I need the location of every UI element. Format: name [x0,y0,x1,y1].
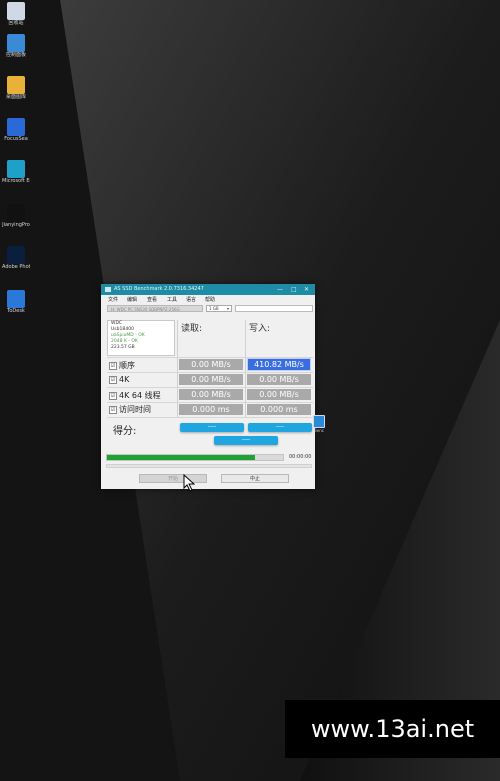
elapsed-time: 00:00:00 [289,454,312,460]
recycle-bin-icon [7,2,25,20]
extra-select[interactable] [235,305,313,312]
photoshop-icon [7,246,25,264]
read-score: ---- [180,423,244,432]
desktop-icon[interactable]: Microsoft Edge [2,160,30,184]
folder-icon [7,76,25,94]
menu-help[interactable]: 帮助 [205,296,215,303]
row-divider [107,402,313,403]
title-bar[interactable]: AS SSD Benchmark 2.0.7316.34247 — □ ✕ [101,284,315,295]
seq-read-value: 0.00 MB/s [179,359,243,370]
desktop-icon[interactable]: 桌面图库 [2,76,30,100]
row-label: 4K 64 线程 [119,391,161,400]
row-label: 访问时间 [119,405,151,414]
desktop-file[interactable]: Benc [312,415,326,436]
read-column-header: 读取: [181,324,203,334]
todesk-icon [7,290,25,308]
checkbox[interactable]: ☑ [109,405,117,414]
4k-write-value: 0.00 MB/s [247,374,311,385]
size-select-value: 1 GB [209,306,219,311]
row-access-time[interactable]: ☑ 访问时间 [109,404,151,415]
checkbox[interactable]: ☑ [109,391,117,400]
total-score: ---- [214,436,278,445]
row-divider [107,387,313,388]
mouse-cursor-icon [183,474,195,492]
drive-capacity: 223.57 GB [111,345,135,350]
desktop-icon[interactable]: Adobe Photosh [2,246,30,270]
control-panel-icon [7,34,25,52]
menu-bar: 文件 编辑 查看 工具 语言 帮助 [101,295,315,303]
desktop-icon-label: 回收站 [8,20,24,26]
chevron-down-icon: ▾ [226,306,229,311]
edge-icon [7,160,25,178]
score-label: 得分: [113,426,137,437]
desktop-icon-label: Microsoft Edge [2,178,30,184]
menu-file[interactable]: 文件 [108,296,118,303]
4k64-write-value: 0.00 MB/s [247,389,311,400]
desktop-icon[interactable]: ToDesk [2,290,30,314]
desktop-icon[interactable]: 控制面板 [2,34,30,58]
row-seq[interactable]: ☑ 顺序 [109,360,135,371]
column-divider [177,320,178,418]
menu-edit[interactable]: 编辑 [127,296,137,303]
write-score: ---- [248,423,312,432]
toolbar: H: WDC PC SN530 SDBPNPZ-256G 1 GB ▾ [101,303,315,314]
row-divider [107,372,313,373]
status-bar [106,464,312,468]
file-icon [313,415,325,428]
row-4k[interactable]: ☑ 4K [109,375,129,384]
stop-button[interactable]: 中止 [221,474,289,483]
desktop-icon[interactable]: 回收站 [2,2,30,26]
close-button[interactable]: ✕ [304,286,309,293]
progress-bar [106,454,284,461]
desktop-icon-label: Adobe Photosh [2,264,30,270]
checkbox[interactable]: ☑ [109,361,117,370]
drive-select[interactable]: H: WDC PC SN530 SDBPNPZ-256G [107,305,203,312]
4k64-read-value: 0.00 MB/s [179,389,243,400]
seq-write-value: 410.82 MB/s [247,358,311,371]
desktop-icon-label: 桌面图库 [5,94,26,100]
progress-fill [107,455,255,460]
maximize-button[interactable]: □ [291,286,297,293]
row-4k64[interactable]: ☑ 4K 64 线程 [109,390,161,401]
desktop-icon-label: 控制面板 [5,52,26,58]
watermark: www.13ai.net [285,700,500,758]
access-write-value: 0.000 ms [247,404,311,415]
window-title: AS SSD Benchmark 2.0.7316.34247 [114,286,204,292]
focus-app-icon [7,118,25,136]
column-divider [245,320,246,418]
menu-language[interactable]: 语言 [186,296,196,303]
access-read-value: 0.000 ms [179,404,243,415]
checkbox[interactable]: ☑ [109,375,117,384]
desktop-icon-label: JianyingPro [2,222,30,228]
row-divider [107,417,313,418]
row-label: 顺序 [119,361,135,370]
write-column-header: 写入: [249,324,271,334]
desktop-icon-label: FocusSea [4,136,28,142]
desktop-icon[interactable]: JianyingPro [2,204,30,228]
as-ssd-window[interactable]: AS SSD Benchmark 2.0.7316.34247 — □ ✕ 文件… [101,284,315,489]
menu-view[interactable]: 查看 [147,296,157,303]
drive-info-panel: WDC Usb1B400 uaSpiuMD - OK 2048 K - OK 2… [107,320,175,356]
4k-read-value: 0.00 MB/s [179,374,243,385]
size-select[interactable]: 1 GB ▾ [206,305,232,312]
desktop-icon[interactable]: FocusSea [2,118,30,142]
app-icon [105,287,111,292]
desktop-icon-label: ToDesk [7,308,25,314]
minimize-button[interactable]: — [277,286,283,293]
start-button[interactable]: 开始 [139,474,207,483]
jianying-icon [7,204,25,222]
row-label: 4K [119,375,130,384]
menu-tools[interactable]: 工具 [167,296,177,303]
desktop-file-label: Benc [314,428,324,433]
